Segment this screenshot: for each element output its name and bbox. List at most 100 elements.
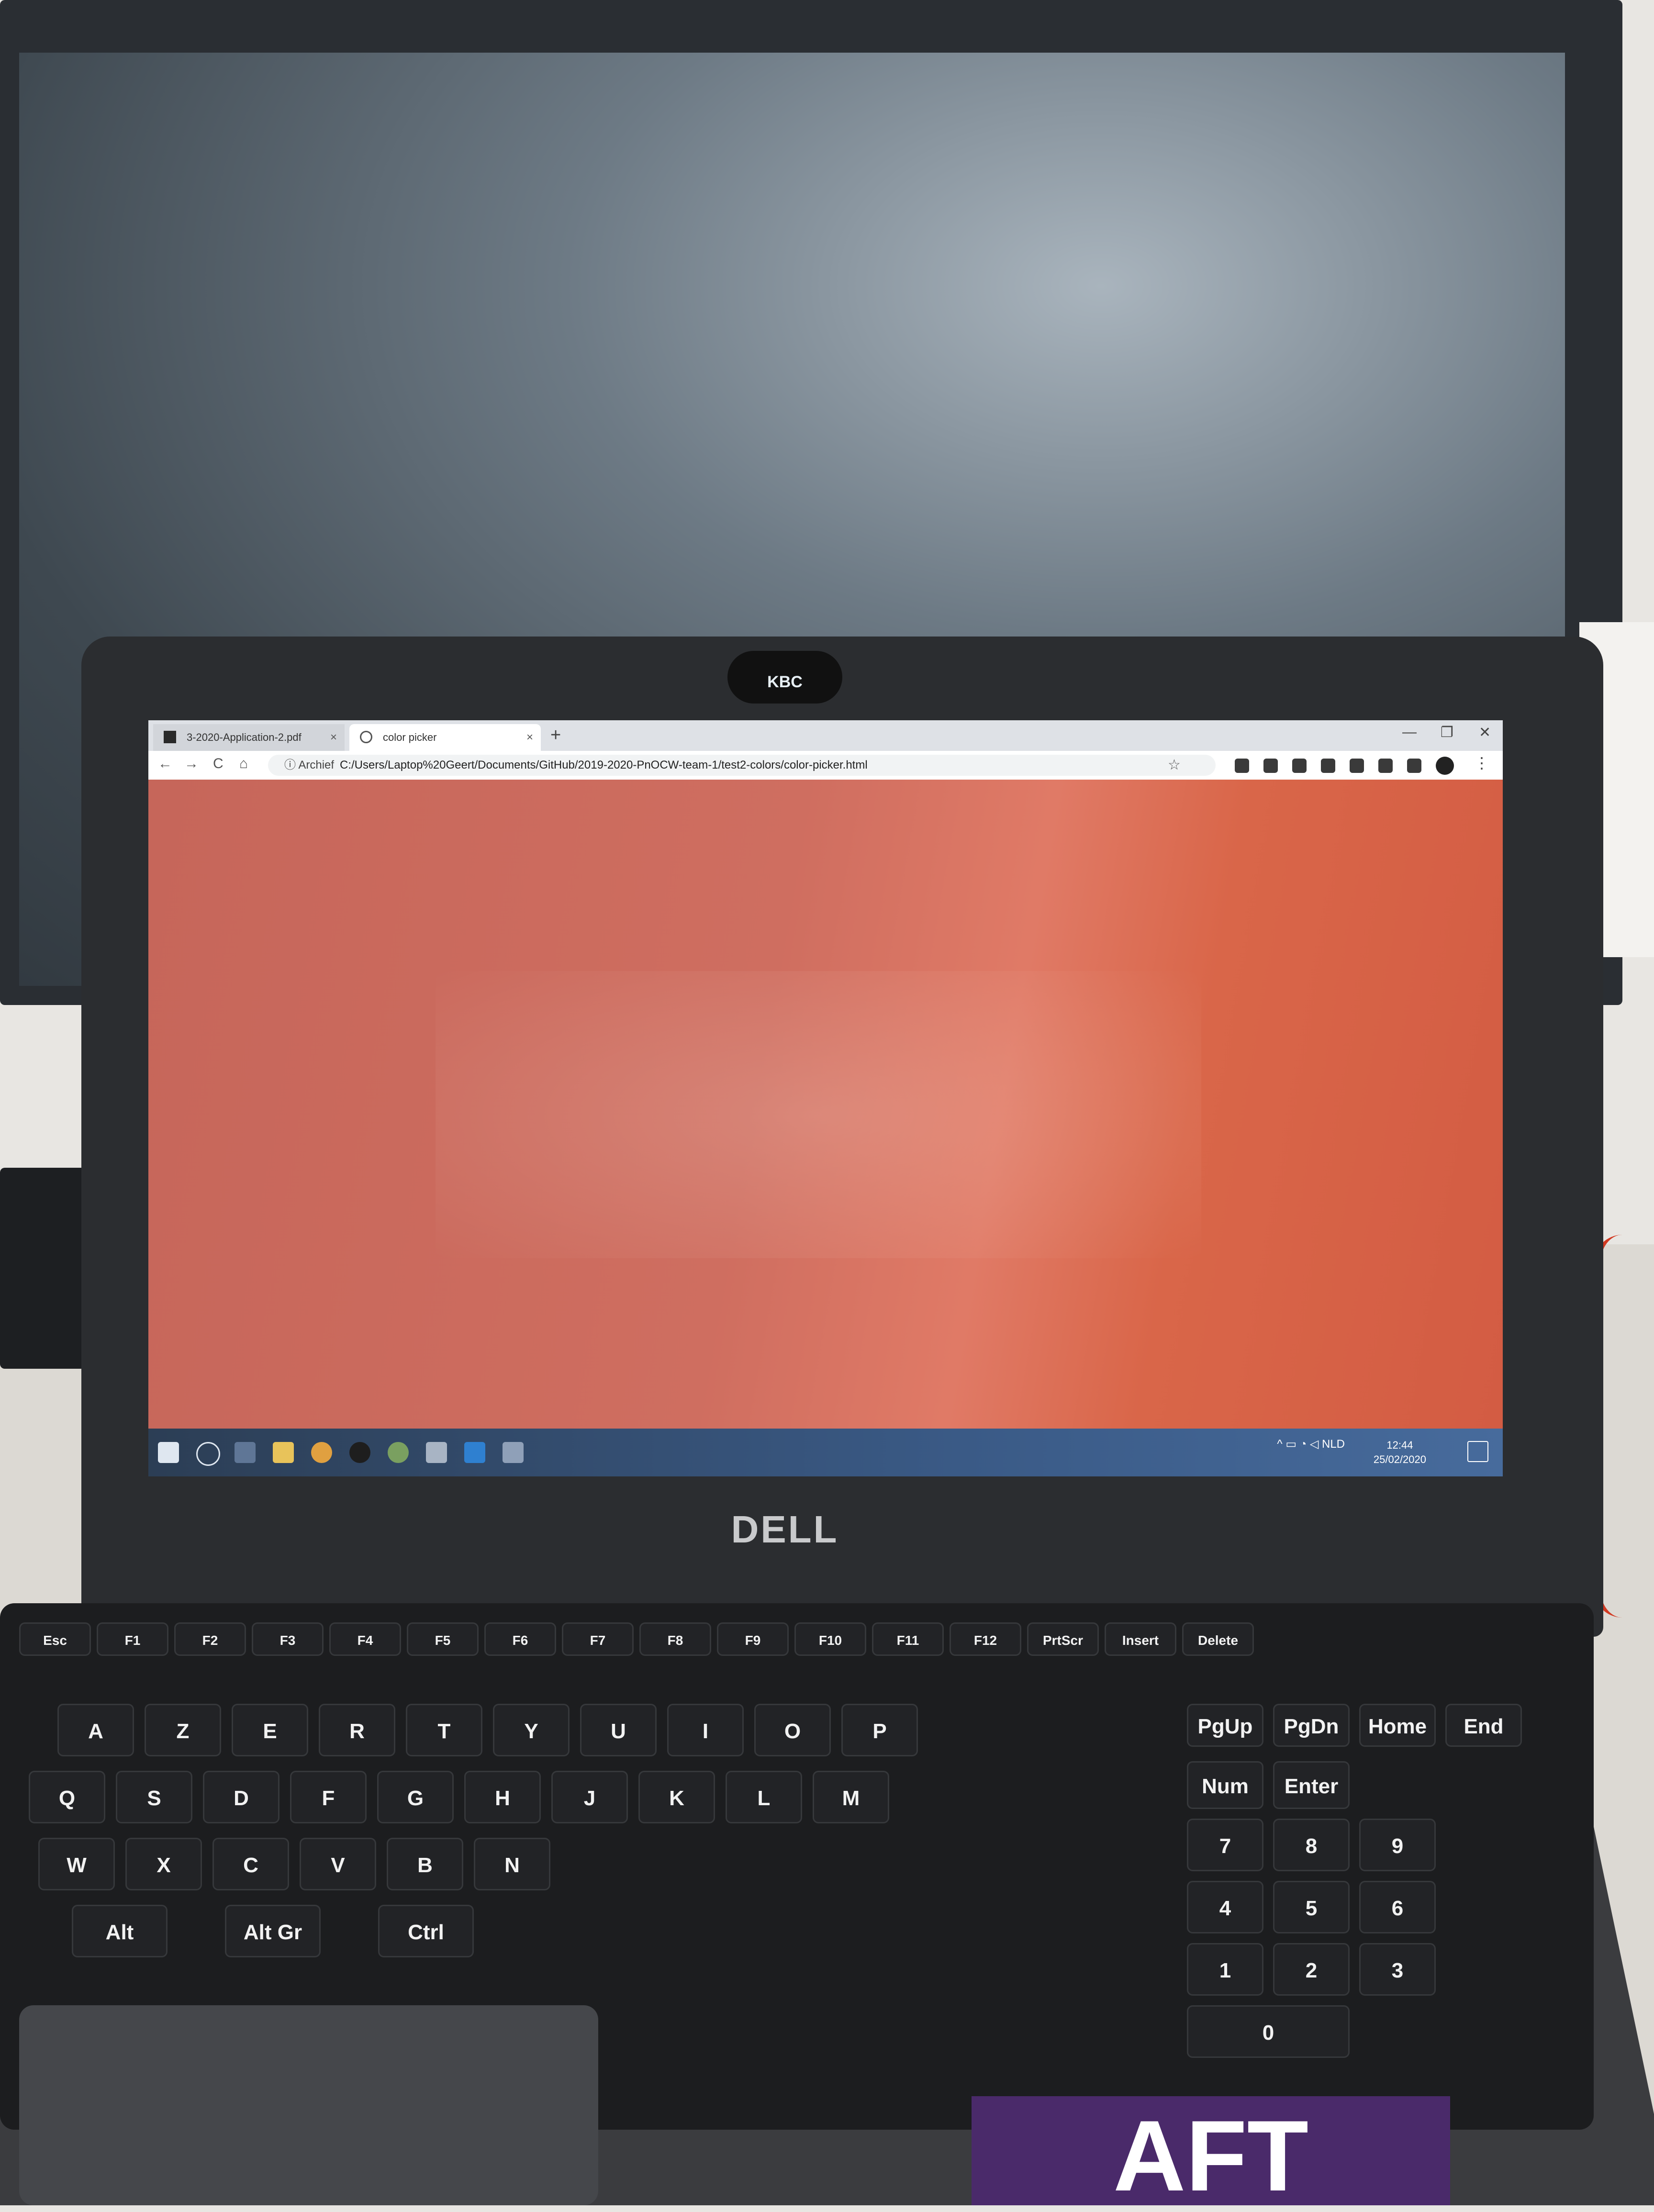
key[interactable]: S [116, 1771, 192, 1823]
key[interactable]: 7 [1187, 1819, 1263, 1871]
extension-icon[interactable] [1263, 759, 1278, 773]
key[interactable]: P [841, 1704, 918, 1756]
key[interactable]: V [300, 1838, 376, 1890]
key[interactable]: N [474, 1838, 550, 1890]
key[interactable]: L [726, 1771, 802, 1823]
key[interactable]: Home [1359, 1704, 1436, 1747]
chrome-icon[interactable] [311, 1442, 332, 1463]
key[interactable]: C [212, 1838, 289, 1890]
new-tab-button[interactable]: + [550, 725, 561, 746]
key[interactable]: R [319, 1704, 395, 1756]
file-explorer-icon[interactable] [273, 1442, 294, 1463]
key[interactable]: W [38, 1838, 115, 1890]
touchpad[interactable] [19, 2005, 598, 2205]
restore-button[interactable]: ❐ [1441, 724, 1453, 741]
back-button[interactable]: ← [158, 756, 172, 772]
system-tray[interactable]: ^ ▭ ◔ ◁ NLD [1277, 1437, 1345, 1451]
key[interactable]: 8 [1273, 1819, 1350, 1871]
star-icon[interactable]: ☆ [1168, 755, 1181, 776]
key[interactable]: F1 [97, 1622, 168, 1656]
window-icon[interactable] [503, 1442, 524, 1463]
key[interactable]: End [1445, 1704, 1522, 1747]
key[interactable]: Enter [1273, 1761, 1350, 1809]
key[interactable]: Esc [19, 1622, 91, 1656]
key[interactable]: X [125, 1838, 202, 1890]
key[interactable]: F6 [484, 1622, 556, 1656]
clock[interactable]: 12:44 25/02/2020 [1374, 1438, 1426, 1467]
search-icon[interactable] [196, 1442, 220, 1466]
key[interactable]: I [667, 1704, 744, 1756]
github-icon[interactable] [349, 1442, 370, 1463]
key[interactable]: U [580, 1704, 657, 1756]
key[interactable]: F [290, 1771, 367, 1823]
extension-icon[interactable] [1378, 759, 1393, 773]
key[interactable]: Alt [72, 1905, 168, 1957]
avatar[interactable] [1436, 757, 1454, 775]
forward-button[interactable]: → [184, 756, 199, 772]
key[interactable]: 2 [1273, 1943, 1350, 1996]
key[interactable]: F4 [329, 1622, 401, 1656]
close-icon[interactable]: × [330, 724, 337, 751]
key[interactable]: F8 [639, 1622, 711, 1656]
key[interactable]: Num Lock [1187, 1761, 1263, 1846]
notification-icon[interactable] [1467, 1441, 1488, 1462]
key[interactable]: 1 [1187, 1943, 1263, 1996]
key[interactable]: 0 [1187, 2005, 1350, 2058]
close-icon[interactable]: × [526, 724, 533, 751]
key[interactable]: 6 [1359, 1881, 1436, 1933]
extension-icon[interactable] [1292, 759, 1307, 773]
home-button[interactable]: ⌂ [239, 756, 248, 772]
key[interactable]: 3 [1359, 1943, 1436, 1996]
key[interactable]: T [406, 1704, 482, 1756]
tab-color-picker[interactable]: color picker × [349, 724, 541, 751]
key[interactable]: F9 [717, 1622, 789, 1656]
close-window-button[interactable]: ✕ [1479, 724, 1491, 741]
vscode-icon[interactable] [464, 1442, 485, 1463]
key[interactable]: PgDn [1273, 1704, 1350, 1747]
key[interactable]: Delete [1182, 1622, 1254, 1656]
key[interactable]: Alt Gr [225, 1905, 321, 1957]
extension-icon[interactable] [1321, 759, 1335, 773]
app-icon[interactable] [388, 1442, 409, 1463]
key[interactable]: 4 [1187, 1881, 1263, 1933]
key[interactable]: PgUp [1187, 1704, 1263, 1747]
key[interactable]: J [551, 1771, 628, 1823]
key[interactable]: F10 [794, 1622, 866, 1656]
key[interactable]: Y [493, 1704, 570, 1756]
key[interactable]: F2 [174, 1622, 246, 1656]
key[interactable]: Q [29, 1771, 105, 1823]
key[interactable]: B [387, 1838, 463, 1890]
key[interactable]: PrtScr [1027, 1622, 1099, 1656]
key[interactable]: F11 [872, 1622, 944, 1656]
extension-icon[interactable] [1350, 759, 1364, 773]
key[interactable]: Ctrl [378, 1905, 474, 1957]
key[interactable]: F7 [562, 1622, 634, 1656]
key[interactable]: F5 [407, 1622, 479, 1656]
recycle-icon[interactable] [426, 1442, 447, 1463]
key[interactable]: K [638, 1771, 715, 1823]
key[interactable]: Insert [1105, 1622, 1176, 1656]
key[interactable]: Z [145, 1704, 221, 1756]
key[interactable]: M [813, 1771, 889, 1823]
key[interactable]: G [377, 1771, 454, 1823]
address-bar[interactable]: ⓘ Archief C:/Users/Laptop%20Geert/Docume… [268, 755, 1216, 776]
key[interactable]: A [57, 1704, 134, 1756]
reload-button[interactable]: C [213, 756, 224, 772]
tab-pdf[interactable]: 3-2020-Application-2.pdf × [153, 724, 345, 751]
menu-icon[interactable]: ⋮ [1474, 754, 1489, 772]
minimize-button[interactable]: — [1402, 724, 1417, 740]
key[interactable]: E [232, 1704, 308, 1756]
key[interactable]: H [464, 1771, 541, 1823]
site-info[interactable]: ⓘ Archief [284, 755, 334, 776]
key[interactable]: F12 [950, 1622, 1021, 1656]
key[interactable]: O [754, 1704, 831, 1756]
extension-icon[interactable] [1235, 759, 1249, 773]
key[interactable]: D [203, 1771, 279, 1823]
key[interactable]: 9 [1359, 1819, 1436, 1871]
task-view-icon[interactable] [235, 1442, 256, 1463]
key[interactable]: F3 [252, 1622, 324, 1656]
start-icon[interactable] [158, 1442, 179, 1463]
eyedropper-icon[interactable] [1407, 759, 1421, 773]
key[interactable]: 5 [1273, 1881, 1350, 1933]
page-content-color-area[interactable] [148, 780, 1503, 1429]
